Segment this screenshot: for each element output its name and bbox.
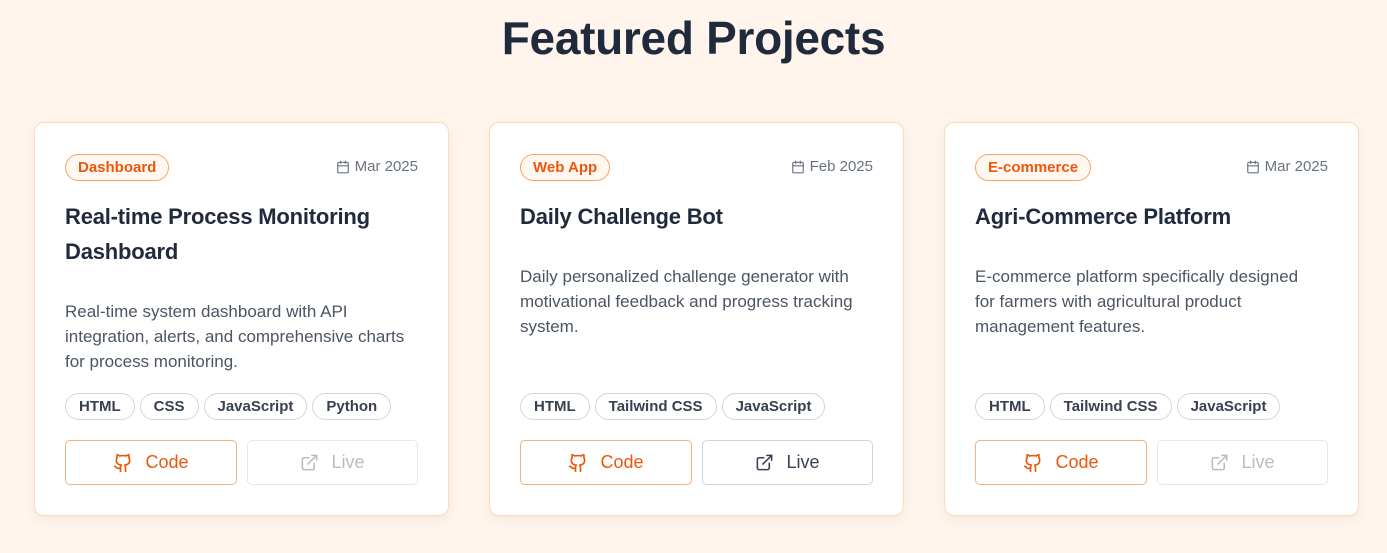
tech-tag: CSS — [139, 393, 199, 420]
live-button-label: Live — [786, 452, 820, 472]
live-button-label: Live — [1241, 452, 1275, 472]
project-date: Mar 2025 — [1246, 158, 1328, 176]
tech-tag: Tailwind CSS — [1049, 393, 1172, 420]
github-icon — [114, 453, 131, 472]
code-button[interactable]: Code — [65, 440, 237, 485]
calendar-icon — [336, 160, 349, 174]
tech-tag: JavaScript — [1176, 393, 1281, 420]
live-button-label: Live — [331, 452, 365, 472]
code-button[interactable]: Code — [975, 440, 1147, 485]
tech-tag: Python — [312, 393, 392, 420]
project-title: Daily Challenge Bot — [520, 204, 723, 229]
project-card: E-commerce Mar 2025 Agri-Commerce Platfo… — [944, 122, 1359, 516]
tech-tag: Tailwind CSS — [594, 393, 717, 420]
code-button-label: Code — [1055, 452, 1099, 472]
tech-tags: HTML Tailwind CSS JavaScript — [975, 393, 1281, 420]
github-icon — [1024, 453, 1041, 472]
project-description: Daily personalized challenge generator w… — [520, 267, 853, 336]
code-button[interactable]: Code — [520, 440, 692, 485]
tech-tags: HTML Tailwind CSS JavaScript — [520, 393, 826, 420]
project-title: Real-time Process Monitoring Dashboard — [65, 204, 370, 264]
project-date: Mar 2025 — [336, 158, 418, 176]
code-button-label: Code — [145, 452, 189, 472]
code-button-label: Code — [600, 452, 644, 472]
tech-tag: HTML — [975, 393, 1045, 420]
date-text: Mar 2025 — [354, 158, 418, 175]
tech-tag: JavaScript — [203, 393, 308, 420]
live-button[interactable]: Live — [702, 440, 873, 485]
date-text: Feb 2025 — [809, 158, 873, 175]
project-description: Real-time system dashboard with API inte… — [65, 302, 405, 371]
calendar-icon — [1246, 160, 1259, 174]
project-title: Agri-Commerce Platform — [975, 204, 1231, 229]
calendar-icon — [791, 160, 804, 174]
category-badge: Web App — [520, 154, 611, 181]
external-link-icon — [302, 454, 318, 471]
section-title: Featured Projects — [501, 12, 886, 64]
project-card: Web App Feb 2025 Daily Challenge Bot Dai… — [489, 122, 904, 516]
project-description: E-commerce platform specifically designe… — [975, 267, 1299, 336]
tech-tag: HTML — [65, 393, 135, 420]
external-link-icon — [1212, 454, 1228, 471]
category-badge: E-commerce — [975, 154, 1092, 181]
project-date: Feb 2025 — [791, 158, 873, 176]
tech-tags: HTML CSS JavaScript Python — [65, 393, 392, 420]
project-card: Dashboard Mar 2025 Real-time Process Mon… — [34, 122, 449, 516]
live-button[interactable]: Live — [247, 440, 418, 485]
github-icon — [569, 453, 586, 472]
date-text: Mar 2025 — [1264, 158, 1328, 175]
tech-tag: HTML — [520, 393, 590, 420]
category-badge: Dashboard — [65, 154, 170, 181]
external-link-icon — [757, 454, 773, 471]
tech-tag: JavaScript — [721, 393, 826, 420]
live-button[interactable]: Live — [1157, 440, 1328, 485]
